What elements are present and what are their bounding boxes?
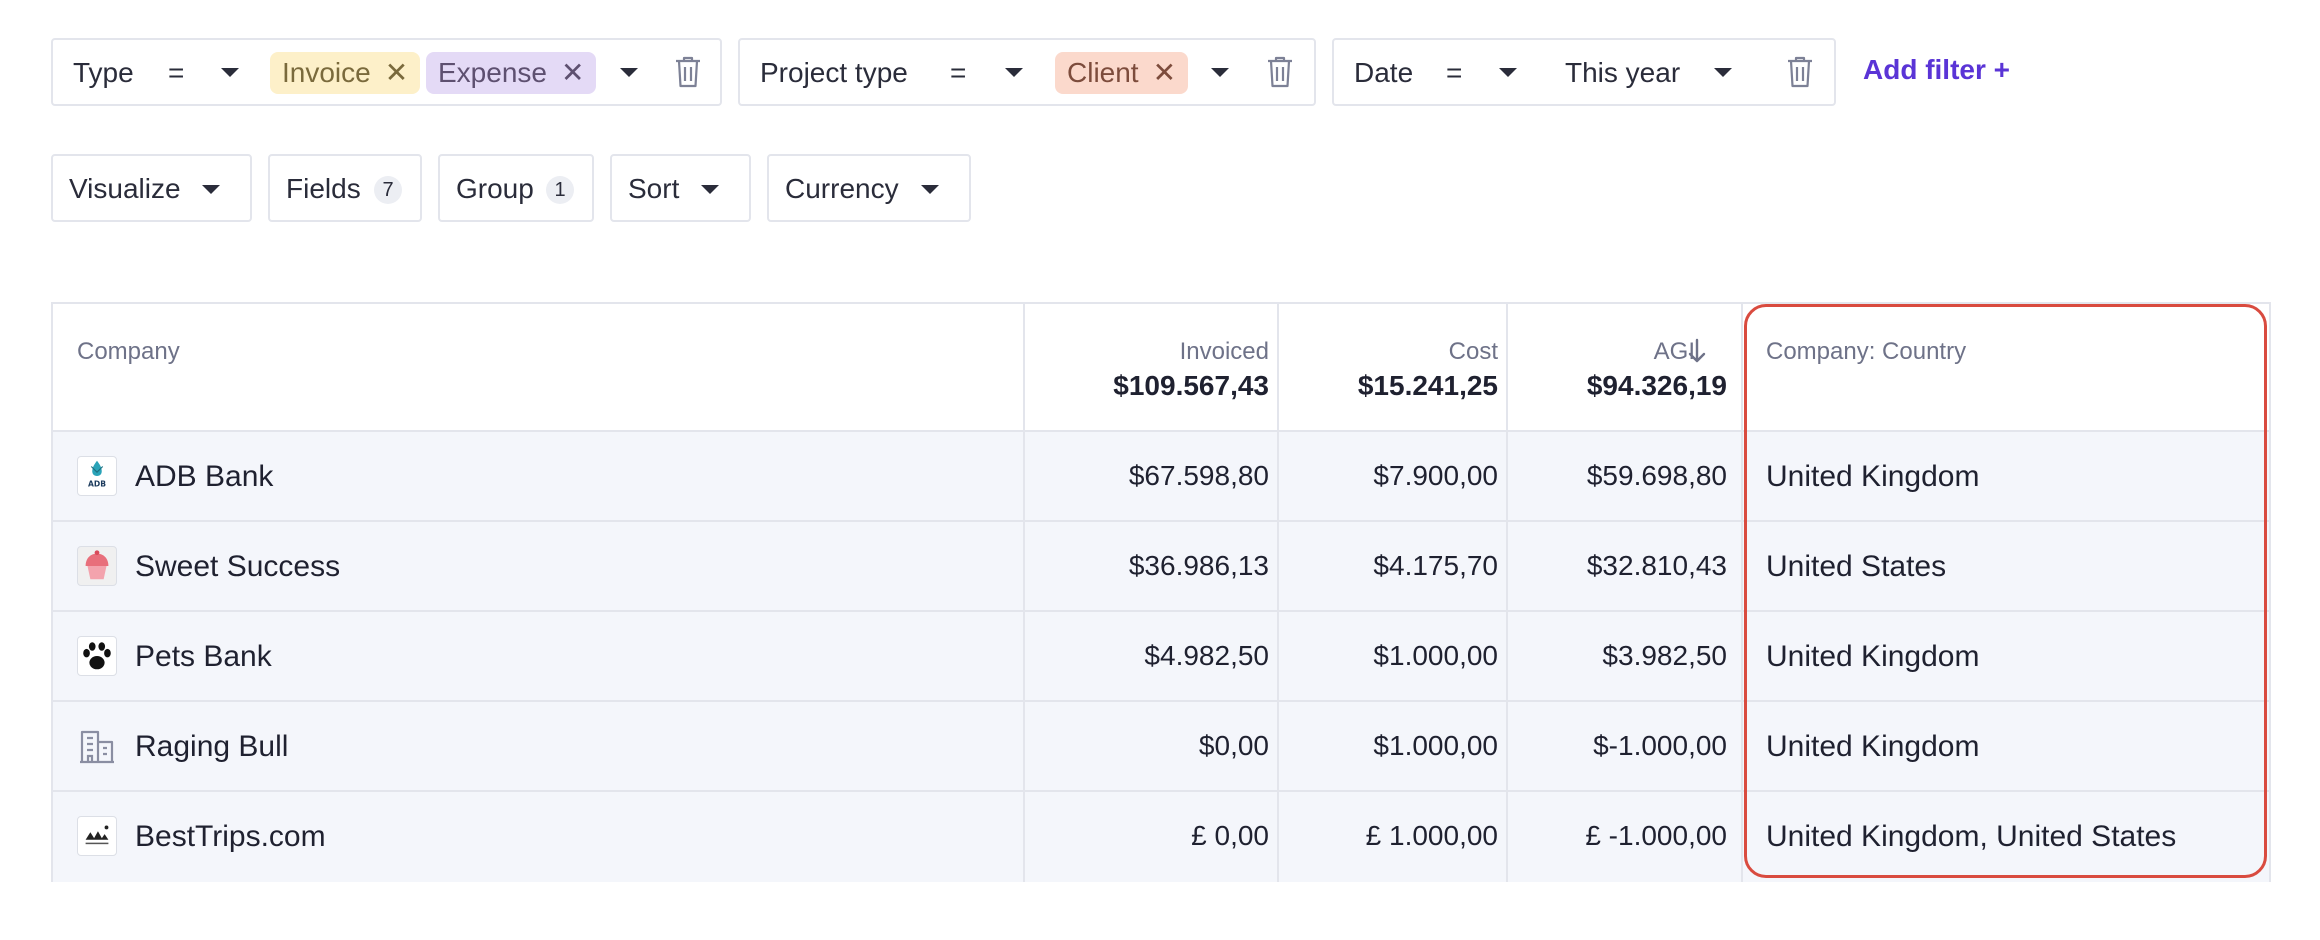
date-dropdown-icon[interactable] (1714, 68, 1732, 77)
values-dropdown-icon[interactable] (1211, 68, 1229, 77)
filter-date-operator[interactable]: = (1446, 57, 1462, 89)
filter-project-type: Project type = Client ✕ (738, 38, 1316, 106)
invoiced-value: £ 0,00 (1191, 820, 1269, 851)
visualize-label: Visualize (69, 173, 181, 204)
header-cost[interactable]: Cost (1449, 338, 1498, 366)
cost-value: $7.900,00 (1373, 460, 1498, 491)
currency-button[interactable]: Currency (767, 154, 971, 222)
chevron-down-icon (921, 185, 939, 194)
trash-icon[interactable] (674, 55, 702, 89)
values-dropdown-icon[interactable] (620, 68, 638, 77)
column-divider (1506, 304, 1508, 882)
column-divider (1277, 304, 1279, 882)
fields-count-badge: 7 (374, 176, 402, 204)
paw-logo (77, 636, 117, 676)
table-row[interactable]: Sweet Success $36.986,13 $4.175,70 $32.8… (53, 522, 2269, 612)
filter-type-label[interactable]: Type (73, 57, 134, 89)
agi-value: $59.698,80 (1586, 460, 1727, 491)
country-value: United Kingdom (1766, 730, 1980, 763)
operator-dropdown-icon[interactable] (1005, 68, 1023, 77)
currency-label: Currency (785, 173, 899, 204)
fields-button[interactable]: Fields 7 (268, 154, 422, 222)
agi-value: $-1.000,00 (1593, 730, 1727, 761)
agi-value: £ -1.000,00 (1585, 820, 1727, 851)
group-count-badge: 1 (546, 176, 574, 204)
cost-value: $1.000,00 (1373, 730, 1498, 761)
adb-bank-logo: ADB (77, 456, 117, 496)
chip-invoice: Invoice ✕ (270, 52, 421, 94)
chip-invoice-label: Invoice (282, 57, 371, 88)
report-table: Company Invoiced $109.567,43 Cost $15.24… (51, 302, 2271, 882)
invoiced-value: $0,00 (1198, 730, 1269, 761)
cost-value: $1.000,00 (1373, 640, 1498, 671)
company-name[interactable]: Pets Bank (135, 640, 272, 674)
filter-date: Date = This year (1332, 38, 1836, 106)
sort-descending-icon[interactable] (1686, 337, 1708, 365)
fields-label: Fields (286, 173, 361, 204)
total-cost: $15.241,25 (1357, 370, 1498, 401)
header-invoiced[interactable]: Invoiced (1180, 338, 1269, 366)
filter-type-operator[interactable]: = (168, 57, 184, 89)
country-value: United Kingdom (1766, 640, 1980, 673)
filter-date-label[interactable]: Date (1354, 57, 1413, 89)
company-name[interactable]: Raging Bull (135, 730, 288, 764)
chip-client-label: Client (1067, 57, 1139, 88)
table-header: Company Invoiced $109.567,43 Cost $15.24… (53, 304, 2269, 432)
table-row[interactable]: ADB ADB Bank $67.598,80 $7.900,00 $59.69… (53, 432, 2269, 522)
header-company[interactable]: Company (77, 338, 180, 366)
filter-type: Type = Invoice ✕ Expense ✕ (51, 38, 722, 106)
group-label: Group (456, 173, 534, 204)
country-value: United States (1766, 550, 1947, 583)
trash-icon[interactable] (1266, 55, 1294, 89)
trash-icon[interactable] (1786, 55, 1814, 89)
filter-project-type-label[interactable]: Project type (760, 57, 908, 89)
invoiced-value: $67.598,80 (1128, 460, 1269, 491)
company-name[interactable]: ADB Bank (135, 460, 273, 494)
chip-client: Client ✕ (1055, 52, 1189, 94)
column-divider (1741, 304, 1743, 882)
adb-logo-text: ADB (88, 479, 106, 488)
agi-value: $3.982,50 (1602, 640, 1727, 671)
column-divider (1023, 304, 1025, 882)
table-row[interactable]: BestTrips.com £ 0,00 £ 1.000,00 £ -1.000… (53, 792, 2269, 882)
filter-date-value[interactable]: This year (1565, 57, 1680, 89)
cupcake-logo (77, 546, 117, 586)
operator-dropdown-icon[interactable] (221, 68, 239, 77)
group-button[interactable]: Group 1 (438, 154, 594, 222)
cost-value: $4.175,70 (1373, 550, 1498, 581)
remove-chip-icon[interactable]: ✕ (561, 59, 584, 87)
sort-button[interactable]: Sort (610, 154, 751, 222)
company-name[interactable]: Sweet Success (135, 550, 340, 584)
table-row[interactable]: Pets Bank $4.982,50 $1.000,00 $3.982,50 … (53, 612, 2269, 702)
visualize-button[interactable]: Visualize (51, 154, 252, 222)
operator-dropdown-icon[interactable] (1499, 68, 1517, 77)
cost-value: £ 1.000,00 (1365, 820, 1498, 851)
header-company-country[interactable]: Company: Country (1766, 338, 1966, 366)
remove-chip-icon[interactable]: ✕ (1153, 59, 1176, 87)
invoiced-value: $36.986,13 (1128, 550, 1269, 581)
filter-project-type-operator[interactable]: = (950, 57, 966, 89)
sort-label: Sort (628, 173, 680, 204)
country-value: United Kingdom (1766, 460, 1980, 493)
total-agi: $94.326,19 (1586, 370, 1727, 401)
company-name[interactable]: BestTrips.com (135, 820, 326, 854)
building-icon (77, 726, 117, 766)
chevron-down-icon (701, 185, 719, 194)
besttrips-logo (77, 816, 117, 856)
country-value: United Kingdom, United States (1766, 820, 2177, 853)
table-row[interactable]: Raging Bull $0,00 $1.000,00 $-1.000,00 U… (53, 702, 2269, 792)
add-filter-button[interactable]: Add filter + (1863, 54, 2010, 86)
invoiced-value: $4.982,50 (1144, 640, 1269, 671)
total-invoiced: $109.567,43 (1113, 370, 1269, 401)
chevron-down-icon (202, 185, 220, 194)
agi-value: $32.810,43 (1586, 550, 1727, 581)
chip-expense: Expense ✕ (426, 52, 597, 94)
chip-expense-label: Expense (438, 57, 547, 88)
remove-chip-icon[interactable]: ✕ (385, 59, 408, 87)
